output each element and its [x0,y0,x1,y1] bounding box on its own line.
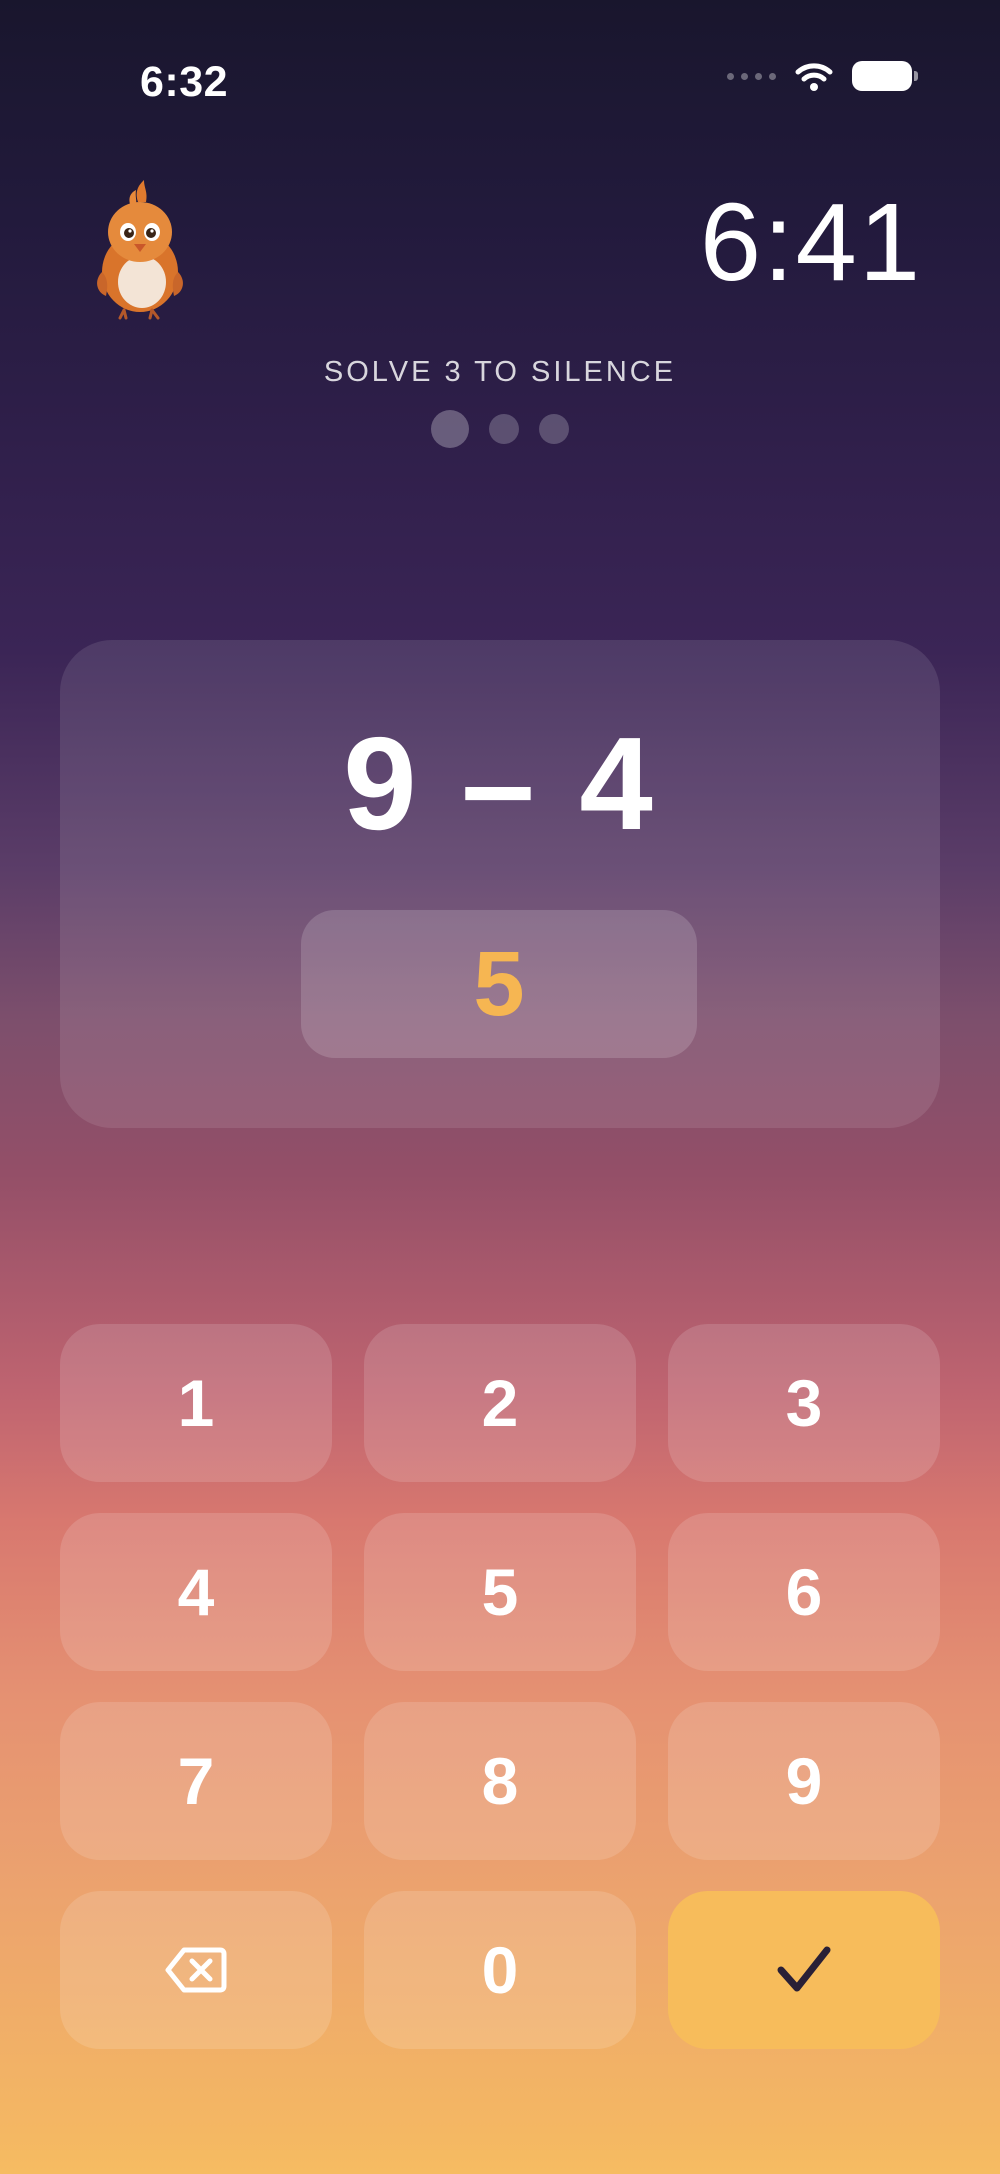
key-0[interactable]: 0 [364,1891,636,2049]
progress-dot-1 [431,410,469,448]
key-9[interactable]: 9 [668,1702,940,1860]
battery-icon [852,61,918,91]
answer-display: 5 [301,910,697,1058]
checkmark-icon [777,1946,831,1992]
key-1[interactable]: 1 [60,1324,332,1482]
alarm-time: 6:41 [699,181,922,304]
problem-progress-indicator [0,410,1000,448]
submit-button[interactable] [668,1891,940,2049]
key-6[interactable]: 6 [668,1513,940,1671]
status-time: 6:32 [140,58,229,106]
progress-dot-3 [539,414,569,444]
delete-button[interactable] [60,1891,332,2049]
progress-dot-2 [489,414,519,444]
math-equation: 9 – 4 [343,710,657,857]
key-8[interactable]: 8 [364,1702,636,1860]
key-2[interactable]: 2 [364,1324,636,1482]
key-4[interactable]: 4 [60,1513,332,1671]
key-5[interactable]: 5 [364,1513,636,1671]
signal-dots-icon [727,72,776,80]
wifi-icon [795,63,833,91]
bird-mascot-icon [97,180,183,320]
status-icons [727,60,918,92]
backspace-icon [165,1947,227,1993]
challenge-instruction: SOLVE 3 TO SILENCE [323,356,677,388]
number-keypad: 1 2 3 4 5 6 7 8 9 0 [60,1324,940,2049]
key-3[interactable]: 3 [668,1324,940,1482]
problem-card: 9 – 4 5 [60,640,940,1128]
key-7[interactable]: 7 [60,1702,332,1860]
